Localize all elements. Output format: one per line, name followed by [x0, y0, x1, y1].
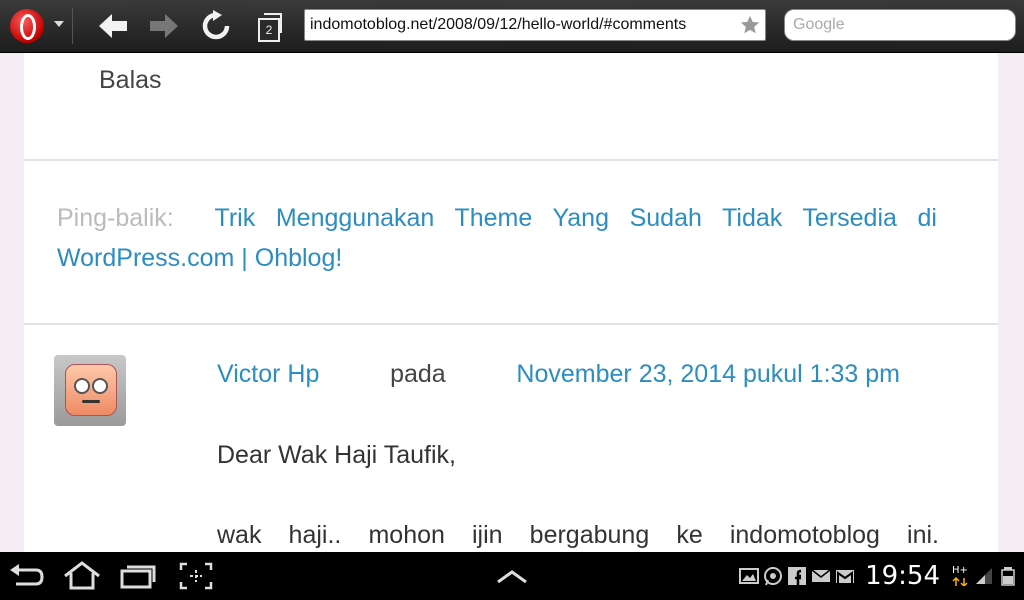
- screenshot-icon: [179, 562, 213, 590]
- status-area[interactable]: 19:54 H+: [739, 560, 1018, 592]
- signal-icon: [976, 568, 992, 584]
- toolbar-divider: [72, 8, 73, 44]
- mail-icon: [811, 569, 831, 582]
- back-nav-icon: [10, 564, 44, 586]
- gmail-icon: [836, 570, 855, 583]
- url-text[interactable]: indomotoblog.net/2008/09/12/hello-world/…: [310, 16, 686, 34]
- chevron-down-icon: [54, 21, 64, 27]
- divider: [24, 159, 998, 161]
- comment-meta: Victor Hp pada November 23, 2014 pukul 1…: [217, 357, 900, 391]
- comment-paragraph: Dear Wak Haji Taufik,: [217, 441, 456, 469]
- avatar-mouth: [82, 400, 100, 403]
- back-nav-button[interactable]: [6, 560, 46, 592]
- arrow-right-icon: [150, 14, 178, 38]
- facebook-icon: [788, 567, 807, 585]
- forward-button[interactable]: [147, 10, 181, 42]
- reply-link[interactable]: Balas: [99, 66, 162, 95]
- comment-date-link[interactable]: November 23, 2014 pukul 1:33 pm: [516, 357, 900, 391]
- search-input[interactable]: [793, 15, 1003, 35]
- opera-logo-icon: [10, 9, 44, 43]
- bookmark-star-icon[interactable]: [739, 14, 761, 36]
- comment-author-link[interactable]: Victor Hp: [217, 357, 319, 391]
- page-content: Balas Ping-balik: Trik Menggunakan Theme…: [24, 53, 998, 552]
- whatsapp-icon: [764, 567, 783, 586]
- menu-up-button[interactable]: [492, 560, 532, 592]
- browser-toolbar: 2 indomotoblog.net/2008/09/12/hello-worl…: [0, 0, 1024, 53]
- arrow-left-icon: [99, 14, 127, 38]
- back-button[interactable]: [96, 10, 130, 42]
- gallery-icon: [739, 568, 760, 584]
- clock: 19:54: [865, 561, 940, 591]
- avatar-eye: [92, 378, 108, 394]
- tab-count: 2: [258, 18, 280, 42]
- opera-menu-button[interactable]: [4, 5, 72, 47]
- chevron-up-icon: [497, 570, 527, 584]
- divider: [24, 323, 998, 325]
- recent-apps-icon: [120, 565, 156, 589]
- battery-icon: [1001, 567, 1015, 586]
- page-background: [998, 53, 1024, 552]
- network-type: H+: [952, 564, 968, 576]
- home-nav-button[interactable]: [62, 560, 102, 592]
- pingback-link[interactable]: Trik Menggunakan Theme Yang Sudah Tidak …: [57, 204, 937, 272]
- reload-button[interactable]: [199, 10, 233, 42]
- avatar-face-icon: [65, 364, 117, 416]
- avatar-eye: [74, 378, 90, 394]
- avatar[interactable]: [54, 355, 126, 426]
- pingback: Ping-balik: Trik Menggunakan Theme Yang …: [57, 198, 937, 278]
- reload-icon: [202, 10, 230, 40]
- search-bar[interactable]: [784, 9, 1016, 41]
- recent-apps-button[interactable]: [118, 560, 158, 592]
- home-icon: [64, 561, 100, 590]
- system-navigation-bar: 19:54 H+: [0, 552, 1024, 600]
- screenshot-button[interactable]: [176, 560, 216, 592]
- address-bar[interactable]: indomotoblog.net/2008/09/12/hello-world/…: [304, 9, 766, 41]
- comment-paragraph: wak haji.. mohon ijin bergabung ke indom…: [217, 521, 939, 549]
- tabs-button[interactable]: 2: [252, 10, 286, 42]
- comment-on-word: pada: [390, 360, 446, 388]
- pingback-label: Ping-balik:: [57, 204, 174, 232]
